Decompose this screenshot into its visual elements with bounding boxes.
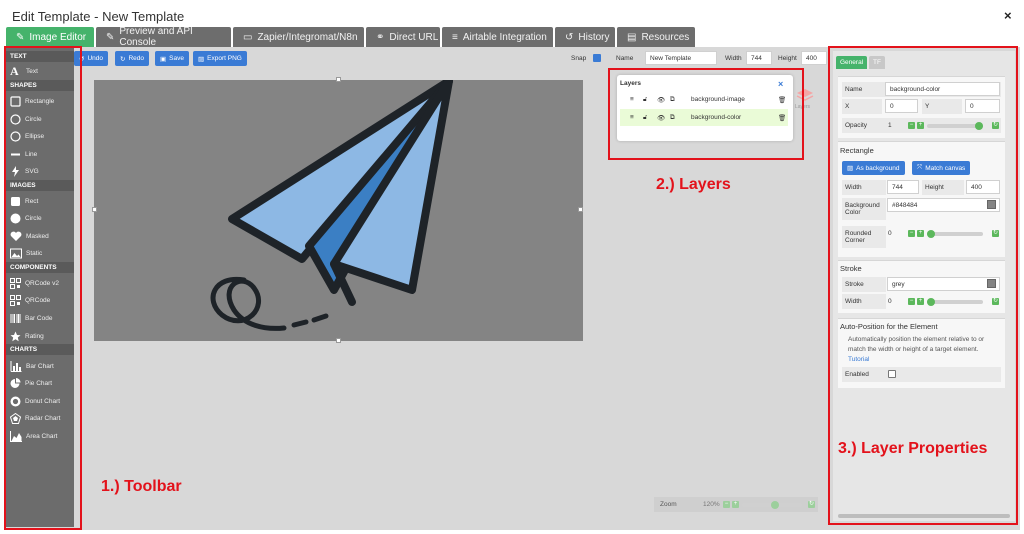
toolbar-highlight-box	[4, 46, 82, 530]
zoom-out-button[interactable]: −	[723, 501, 730, 508]
window-title: Edit Template - New Template	[12, 9, 185, 24]
redo-button[interactable]: ↻ Redo	[115, 51, 149, 66]
redo-icon: ↻	[120, 55, 126, 63]
export-png-button[interactable]: ▨ Export PNG	[193, 51, 247, 66]
tab-label: Zapier/Integromat/N8n	[257, 31, 358, 43]
tab-airtable[interactable]: ≡ Airtable Integration	[442, 27, 553, 47]
tab-label: Resources	[641, 31, 690, 43]
wand-icon: ✎	[106, 31, 115, 43]
tab-direct-url[interactable]: ⚭ Direct URL	[366, 27, 440, 47]
close-icon[interactable]: ×	[1004, 8, 1012, 23]
resize-handle[interactable]	[92, 207, 97, 212]
tab-label: Image Editor	[29, 31, 87, 43]
properties-annotation: 3.) Layer Properties	[838, 440, 988, 457]
pencil-icon: ✎	[16, 31, 25, 43]
save-button[interactable]: ▣ Save	[155, 51, 189, 66]
database-icon: ≡	[452, 31, 458, 43]
save-icon: ▣	[160, 55, 167, 63]
tab-image-editor[interactable]: ✎ Image Editor	[6, 27, 94, 47]
design-canvas[interactable]	[94, 77, 583, 341]
undo-label: Undo	[87, 55, 103, 62]
history-icon: ↺	[565, 31, 574, 43]
book-icon: ▤	[627, 31, 637, 43]
template-name-field[interactable]: New Template	[645, 51, 717, 65]
tab-preview-api[interactable]: ✎ Preview and API Console	[96, 26, 231, 48]
zoom-label: Zoom	[660, 501, 677, 508]
toolbar-annotation: 1.) Toolbar	[101, 478, 182, 495]
template-height-field[interactable]: 400	[801, 51, 827, 65]
resize-handle[interactable]	[336, 338, 341, 343]
tab-label: Direct URL	[389, 31, 439, 43]
layers-highlight-box	[608, 68, 804, 160]
resize-handle[interactable]	[578, 207, 583, 212]
tab-history[interactable]: ↺ History	[555, 27, 615, 47]
tab-label: Preview and API Console	[119, 26, 193, 48]
export-label: Export PNG	[207, 55, 242, 62]
tab-zapier[interactable]: ▭ Zapier/Integromat/N8n	[233, 27, 364, 47]
image-icon: ▨	[198, 55, 205, 63]
width-label: Width	[725, 55, 742, 62]
height-label: Height	[778, 55, 797, 62]
terminal-icon: ▭	[243, 31, 253, 43]
snap-label: Snap	[571, 55, 587, 62]
layers-annotation: 2.) Layers	[656, 176, 731, 193]
zoom-value: 120%	[703, 501, 720, 508]
tab-label: History	[578, 31, 610, 43]
zoom-slider-knob[interactable]	[770, 501, 779, 509]
name-label: Name	[616, 55, 634, 62]
zoom-in-button[interactable]: +	[732, 501, 739, 508]
tab-label: Airtable Integration	[462, 31, 547, 43]
link-icon: ⚭	[376, 31, 385, 43]
paper-plane-illustration	[210, 77, 453, 331]
save-label: Save	[169, 55, 184, 62]
template-width-field[interactable]: 744	[746, 51, 772, 65]
redo-label: Redo	[128, 55, 144, 62]
resize-handle[interactable]	[336, 77, 341, 82]
snap-checkbox[interactable]	[593, 54, 601, 62]
tab-resources[interactable]: ▤ Resources	[617, 27, 695, 47]
zoom-reset-button[interactable]: ↻	[808, 501, 815, 508]
